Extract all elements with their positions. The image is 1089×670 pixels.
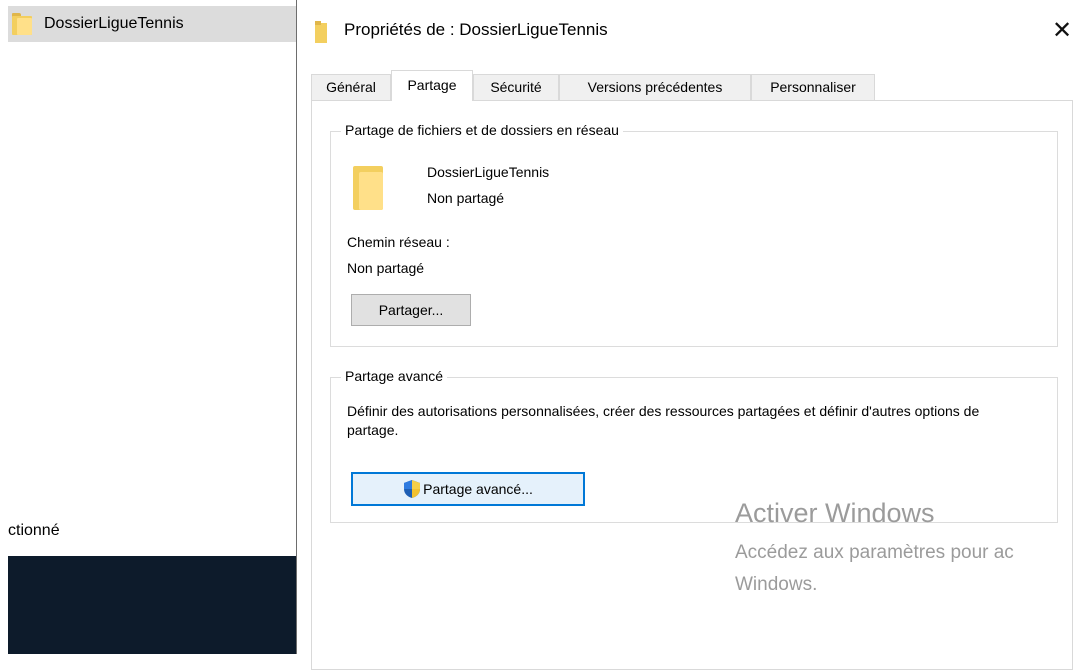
explorer-status-text: ctionné — [8, 522, 60, 539]
close-button[interactable]: ✕ — [1047, 16, 1077, 46]
activation-watermark-line1: Accédez aux paramètres pour ac — [735, 542, 1014, 563]
explorer-pane: DossierLigueTennis ctionné — [0, 0, 296, 654]
tab-panel-partage: Partage de fichiers et de dossiers en ré… — [311, 100, 1073, 670]
folder-icon — [12, 13, 32, 35]
activation-watermark-title: Activer Windows — [735, 498, 935, 528]
share-button[interactable]: Partager... — [351, 294, 471, 326]
advanced-share-group: Partage avancé Définir des autorisations… — [330, 368, 1058, 523]
close-icon: ✕ — [1051, 17, 1073, 44]
network-path-label: Chemin réseau : — [347, 234, 450, 250]
advanced-share-button[interactable]: Partage avancé... — [351, 472, 585, 506]
folder-icon — [315, 21, 327, 43]
share-state: Non partagé — [427, 190, 505, 206]
activation-watermark-line2: Windows. — [735, 574, 818, 595]
tab-versions-precedentes[interactable]: Versions précédentes — [559, 74, 751, 100]
properties-dialog: Propriétés de : DossierLigueTennis ✕ Gén… — [296, 0, 1089, 670]
tab-partage[interactable]: Partage — [391, 70, 473, 101]
network-path-value: Non partagé — [347, 260, 425, 276]
tab-strip: Général Partage Sécurité Versions précéd… — [311, 70, 1071, 101]
explorer-selected-item[interactable]: DossierLigueTennis — [8, 6, 296, 42]
explorer-item-label: DossierLigueTennis — [44, 15, 184, 32]
uac-shield-icon — [404, 480, 421, 498]
advanced-share-button-label: Partage avancé... — [423, 481, 533, 497]
folder-icon — [353, 166, 383, 210]
tab-personnaliser[interactable]: Personnaliser — [751, 74, 875, 100]
dialog-title: Propriétés de : DossierLigueTennis — [344, 20, 608, 39]
tab-general[interactable]: Général — [311, 74, 391, 100]
tab-securite[interactable]: Sécurité — [473, 74, 559, 100]
taskbar — [8, 556, 296, 654]
shared-folder-name: DossierLigueTennis — [427, 164, 550, 180]
network-share-group-title: Partage de fichiers et de dossiers en ré… — [341, 122, 623, 138]
advanced-share-group-title: Partage avancé — [341, 368, 448, 384]
network-share-group: Partage de fichiers et de dossiers en ré… — [330, 122, 1058, 347]
advanced-share-description: Définir des autorisations personnalisées… — [347, 403, 980, 438]
title-bar[interactable]: Propriétés de : DossierLigueTennis ✕ — [297, 0, 1089, 64]
